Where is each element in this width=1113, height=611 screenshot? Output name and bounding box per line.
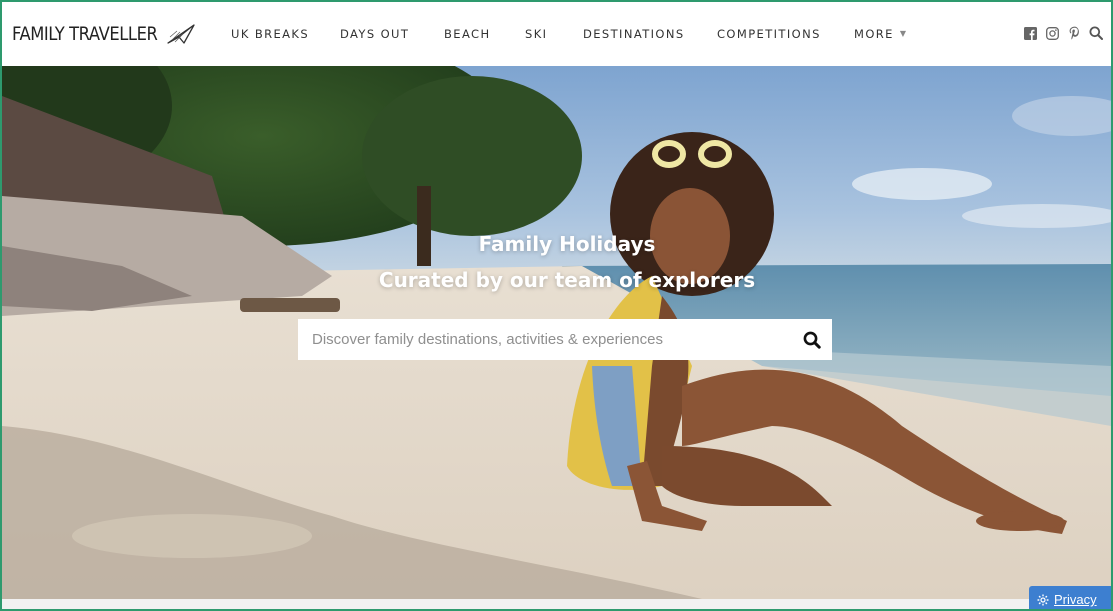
hero-search-bar <box>298 319 832 360</box>
search-icon[interactable] <box>1089 26 1103 40</box>
facebook-icon[interactable] <box>1023 26 1037 40</box>
page-frame: FAMILY TRAVELLER UK BREAKS DAYS OUT BEAC… <box>0 0 1113 611</box>
search-icon <box>803 331 821 349</box>
main-nav: UK BREAKS DAYS OUT BEACH SKI DESTINATION… <box>2 2 1111 66</box>
privacy-label: Privacy <box>1054 592 1097 607</box>
hero-banner: Family Holidays Curated by our team of e… <box>2 66 1111 599</box>
privacy-button[interactable]: Privacy <box>1029 586 1111 609</box>
hero-title-line1: Family Holidays <box>478 232 656 256</box>
nav-destinations[interactable]: DESTINATIONS <box>583 27 685 41</box>
nav-days-out[interactable]: DAYS OUT <box>340 27 409 41</box>
hero-title-line2: Curated by our team of explorers <box>378 268 756 292</box>
nav-ski[interactable]: SKI <box>525 27 547 41</box>
search-input[interactable] <box>298 319 792 360</box>
nav-more-label: MORE <box>854 27 894 41</box>
pinterest-icon[interactable] <box>1067 26 1081 40</box>
site-header: FAMILY TRAVELLER UK BREAKS DAYS OUT BEAC… <box>2 2 1111 66</box>
nav-more[interactable]: MORE ▼ <box>854 27 907 41</box>
gear-icon <box>1037 594 1049 605</box>
content-start-strip <box>2 599 1111 609</box>
nav-beach[interactable]: BEACH <box>444 27 491 41</box>
nav-competitions[interactable]: COMPETITIONS <box>717 27 821 41</box>
instagram-icon[interactable] <box>1045 26 1059 40</box>
social-links <box>1023 26 1103 40</box>
search-button[interactable] <box>792 319 832 360</box>
nav-uk-breaks[interactable]: UK BREAKS <box>231 27 309 41</box>
chevron-down-icon: ▼ <box>899 29 908 38</box>
